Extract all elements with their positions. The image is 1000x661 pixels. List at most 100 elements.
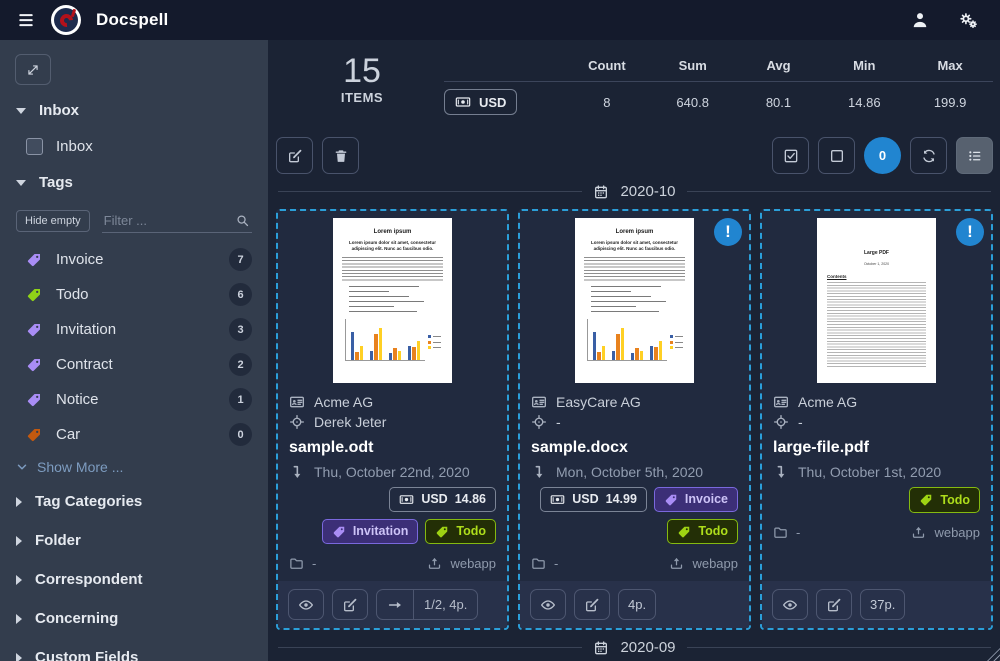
crosshairs-icon bbox=[531, 414, 547, 430]
tag-icon bbox=[332, 525, 346, 539]
correspondent-row: EasyCare AG bbox=[531, 394, 738, 410]
amount-badge: USD 14.86 bbox=[389, 487, 496, 512]
due-notification-badge: ! bbox=[714, 218, 742, 246]
arrow-down-icon bbox=[289, 464, 305, 480]
tag-icon bbox=[26, 322, 42, 338]
tag-icon bbox=[26, 392, 42, 408]
tag-icon bbox=[664, 493, 678, 507]
tag-count-badge: 7 bbox=[229, 248, 252, 271]
item-thumbnail: Lorem ipsum Lorem ipsum dolor sit amet, … bbox=[278, 211, 507, 383]
settings-button[interactable] bbox=[958, 10, 978, 30]
inbox-checkbox[interactable] bbox=[26, 138, 43, 155]
item-name: large-file.pdf bbox=[773, 439, 980, 457]
sidebar-section-tags[interactable]: Tags bbox=[0, 163, 268, 202]
tag-badge[interactable]: Invoice bbox=[654, 487, 738, 512]
edit-selected-button[interactable] bbox=[276, 137, 313, 174]
page-count: 1/2, 4p. bbox=[413, 590, 477, 619]
sidebar-section-correspondent[interactable]: Correspondent bbox=[0, 560, 268, 599]
id-card-icon bbox=[773, 394, 789, 410]
search-icon bbox=[235, 213, 250, 228]
stats-val-sum: 640.8 bbox=[650, 89, 736, 115]
reload-button[interactable] bbox=[910, 137, 947, 174]
tag-badge[interactable]: Invitation bbox=[322, 519, 419, 544]
stats-val-min: 14.86 bbox=[821, 89, 907, 115]
square-icon bbox=[829, 148, 845, 164]
tag-badge[interactable]: Todo bbox=[667, 519, 738, 544]
show-more-link[interactable]: Show More ... bbox=[0, 452, 268, 482]
currency-stats-table: Count Sum Avg Min Max USD 8 640.8 80.1 1… bbox=[444, 54, 993, 115]
edit-item-button[interactable] bbox=[816, 589, 852, 620]
preview-button[interactable] bbox=[772, 589, 808, 620]
card-footer: 4p. bbox=[520, 581, 749, 628]
tag-filter-row: Hide empty bbox=[0, 202, 268, 242]
goto-attachment-button[interactable] bbox=[377, 590, 413, 619]
calendar-icon bbox=[593, 640, 609, 656]
inbox-checkbox-item[interactable]: Inbox bbox=[0, 130, 268, 163]
tag-count-badge: 6 bbox=[229, 283, 252, 306]
tag-filter-input[interactable] bbox=[102, 209, 252, 233]
items-toolbar: 0 bbox=[276, 137, 993, 174]
preview-button[interactable] bbox=[288, 589, 324, 620]
tag-icon bbox=[919, 493, 933, 507]
concerning-row: - bbox=[531, 414, 738, 430]
deselect-all-button[interactable] bbox=[818, 137, 855, 174]
sidebar-tag-car[interactable]: Car 0 bbox=[0, 417, 268, 452]
money-bill-icon bbox=[550, 492, 565, 507]
menu-toggle-button[interactable] bbox=[16, 10, 36, 30]
view-menu-button[interactable] bbox=[956, 137, 993, 174]
stats-col-max: Max bbox=[907, 54, 993, 81]
user-menu-button[interactable] bbox=[910, 10, 930, 30]
sidebar-tag-invitation[interactable]: Invitation 3 bbox=[0, 312, 268, 347]
sidebar-section-folder[interactable]: Folder bbox=[0, 521, 268, 560]
delete-selected-button[interactable] bbox=[322, 137, 359, 174]
concerning-row: - bbox=[773, 414, 980, 430]
item-badges: Todo bbox=[773, 487, 980, 513]
edit-icon bbox=[342, 597, 358, 613]
sidebar-section-inbox[interactable]: Inbox bbox=[0, 91, 268, 130]
sidebar-tag-invoice[interactable]: Invoice 7 bbox=[0, 242, 268, 277]
sidebar-tag-notice[interactable]: Notice 1 bbox=[0, 382, 268, 417]
item-card[interactable]: ! Lorem ipsum Lorem ipsum dolor sit amet… bbox=[518, 209, 751, 630]
arrow-down-icon bbox=[531, 464, 547, 480]
tag-icon bbox=[26, 427, 42, 443]
tag-badge[interactable]: Todo bbox=[425, 519, 496, 544]
preview-button[interactable] bbox=[530, 589, 566, 620]
sidebar-section-concerning[interactable]: Concerning bbox=[0, 599, 268, 638]
money-bill-icon bbox=[399, 492, 414, 507]
expand-sidebar-button[interactable] bbox=[15, 54, 51, 85]
tag-badge[interactable]: Todo bbox=[909, 487, 980, 513]
edit-icon bbox=[826, 597, 842, 613]
thumbnail-chart bbox=[575, 319, 694, 361]
item-card-list: Lorem ipsum Lorem ipsum dolor sit amet, … bbox=[276, 209, 993, 630]
tag-icon bbox=[26, 287, 42, 303]
tag-count-badge: 1 bbox=[229, 388, 252, 411]
item-name: sample.docx bbox=[531, 439, 738, 457]
select-all-button[interactable] bbox=[772, 137, 809, 174]
card-footer: 37p. bbox=[762, 581, 991, 628]
thumbnail-chart bbox=[333, 319, 452, 361]
hide-empty-button[interactable]: Hide empty bbox=[16, 210, 90, 232]
item-name: sample.odt bbox=[289, 439, 496, 457]
upload-icon bbox=[669, 556, 684, 571]
eye-icon bbox=[540, 597, 556, 613]
caret-right-icon bbox=[16, 614, 22, 624]
selected-count-badge[interactable]: 0 bbox=[864, 137, 901, 174]
id-card-icon bbox=[289, 394, 305, 410]
sidebar-tag-contract[interactable]: Contract 2 bbox=[0, 347, 268, 382]
arrow-down-icon bbox=[773, 464, 789, 480]
sidebar-section-custom-fields[interactable]: Custom Fields bbox=[0, 638, 268, 661]
sidebar-section-tag-categories[interactable]: Tag Categories bbox=[0, 482, 268, 521]
check-square-icon bbox=[783, 148, 799, 164]
item-card[interactable]: Lorem ipsum Lorem ipsum dolor sit amet, … bbox=[276, 209, 509, 630]
edit-item-button[interactable] bbox=[332, 589, 368, 620]
sidebar-tag-todo[interactable]: Todo 6 bbox=[0, 277, 268, 312]
stats-col-avg: Avg bbox=[736, 54, 822, 81]
page-count: 37p. bbox=[860, 589, 905, 620]
caret-right-icon bbox=[16, 497, 22, 507]
item-card[interactable]: ! Large PDF October 1, 2020 Contents Acm… bbox=[760, 209, 993, 630]
upload-icon bbox=[427, 556, 442, 571]
money-bill-icon bbox=[455, 94, 471, 110]
crosshairs-icon bbox=[289, 414, 305, 430]
edit-item-button[interactable] bbox=[574, 589, 610, 620]
folder-source-row: - webapp bbox=[773, 525, 980, 540]
